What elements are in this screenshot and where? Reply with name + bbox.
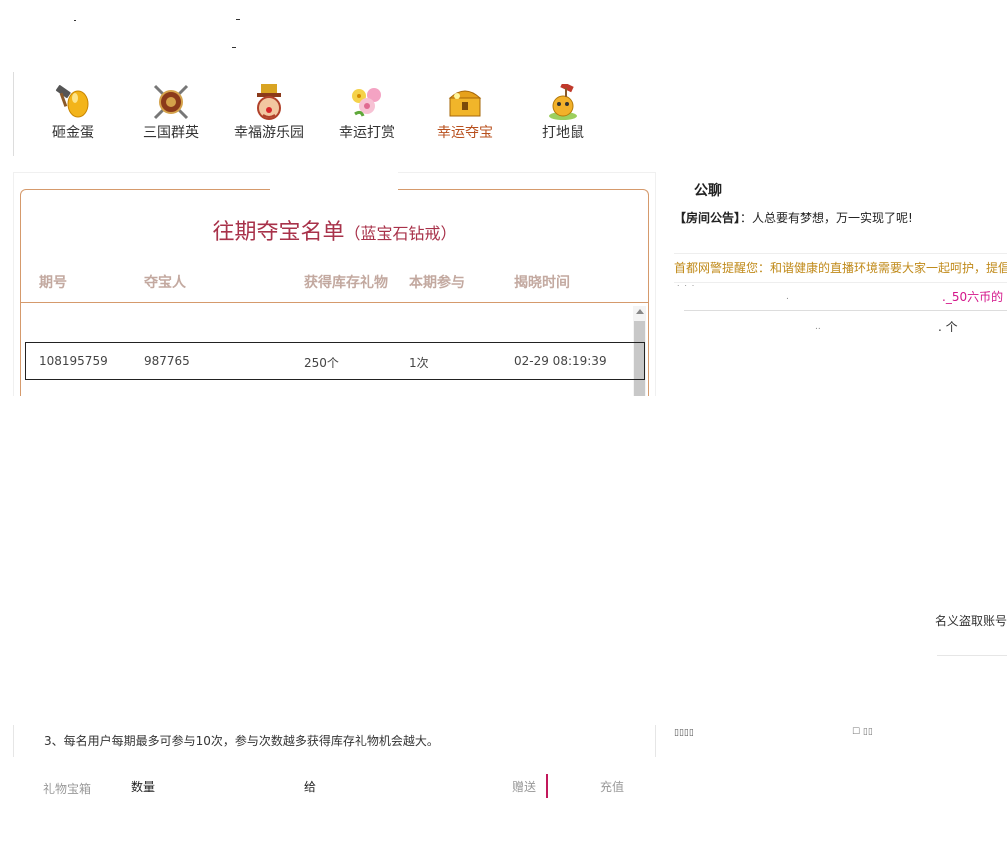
crossed-swords-shield-icon [153, 84, 189, 120]
game-label: 幸运夺宝 [437, 125, 493, 141]
artifact-mark: . [786, 292, 789, 302]
game-label: 三国群英 [143, 125, 199, 141]
game-label: 打地鼠 [542, 125, 584, 141]
artifact-dot [74, 20, 76, 21]
artifact-dot [236, 19, 240, 20]
game-whack-mole[interactable]: 打地鼠 [518, 72, 608, 156]
game-three-kingdoms[interactable]: 三国群英 [126, 72, 216, 156]
history-panel: 往期夺宝名单（蓝宝石钻戒） 期号 夺宝人 获得库存礼物 本期参与 揭晓时间 10… [20, 189, 649, 396]
scroll-up-arrow-icon[interactable] [636, 309, 644, 314]
recharge-button[interactable]: 充值 [600, 778, 624, 795]
game-lucky-tip[interactable]: 幸运打赏 [322, 72, 412, 156]
artifact-mark: ▯▯▯▯ [674, 728, 694, 738]
gift-box-tab[interactable]: 礼物宝箱 [43, 780, 91, 797]
rule-item: 3、每名用户每期最多可参与10次，参与次数越多获得库存礼物机会越大。 [44, 734, 439, 748]
artifact-mark: .. [815, 322, 821, 332]
cell-times: 1次 [409, 356, 429, 370]
artifact-dot [232, 47, 236, 48]
room-notice: 【房间公告】：人总要有梦想，万一实现了呢! [674, 211, 913, 225]
game-label: 幸运打赏 [339, 125, 395, 141]
chat-message-fragment: ._50六币的 [942, 290, 1004, 304]
game-label: 砸金蛋 [52, 125, 94, 141]
header-divider [21, 302, 648, 303]
game-label: 幸福游乐园 [234, 125, 304, 141]
col-times: 本期参与 [409, 275, 465, 291]
game-happy-park[interactable]: 幸福游乐园 [224, 72, 314, 156]
flower-bouquet-icon [352, 88, 381, 117]
golden-egg-hammer-icon [55, 85, 89, 118]
history-subtitle: （蓝宝石钻戒） [344, 224, 457, 243]
divider [937, 655, 1007, 656]
game-lucky-treasure[interactable]: 幸运夺宝 [420, 72, 510, 156]
quantity-label: 数量 [131, 780, 156, 794]
clown-icon [257, 84, 281, 120]
col-reveal-time: 揭晓时间 [514, 275, 570, 291]
game-menu: 砸金蛋 三国群英 幸福游乐园 幸运打赏 幸运夺宝 打地鼠 [13, 72, 654, 156]
cell-issue: 108195759 [39, 354, 108, 368]
cell-time: 02-29 08:19:39 [514, 354, 607, 368]
public-chat-title[interactable]: 公聊 [694, 180, 722, 200]
col-issue: 期号 [39, 275, 67, 291]
col-winner: 夺宝人 [144, 275, 186, 291]
panel-tab-gap [270, 172, 398, 192]
artifact-mark: ˙ ˙ ˙ [676, 285, 696, 295]
game-golden-egg[interactable]: 砸金蛋 [28, 72, 118, 156]
table-row: 108195759 987765 250个 1次 02-29 08:19:39 [25, 342, 645, 380]
send-button[interactable]: 赠送 [512, 778, 536, 795]
recipient-label: 给 [304, 780, 317, 794]
history-title: 往期夺宝名单（蓝宝石钻戒） [212, 220, 457, 245]
separator-line [546, 774, 548, 798]
divider [674, 253, 1007, 254]
artifact-mark: ☐ ▯▯ [852, 727, 873, 737]
divider [674, 282, 1007, 283]
chat-message-fragment: 名义盗取账号 [935, 614, 1007, 628]
treasure-chest-icon [448, 90, 482, 117]
cell-gift: 250个 [304, 356, 339, 370]
divider [684, 310, 1007, 311]
cell-winner: 987765 [144, 354, 190, 368]
chat-message-fragment: . 个 [938, 320, 958, 334]
col-gift: 获得库存礼物 [304, 275, 388, 291]
police-reminder: 首都网警提醒您：和谐健康的直播环境需要大家一起呵护，提倡 [674, 261, 1007, 275]
mole-hammer-icon [549, 84, 577, 120]
